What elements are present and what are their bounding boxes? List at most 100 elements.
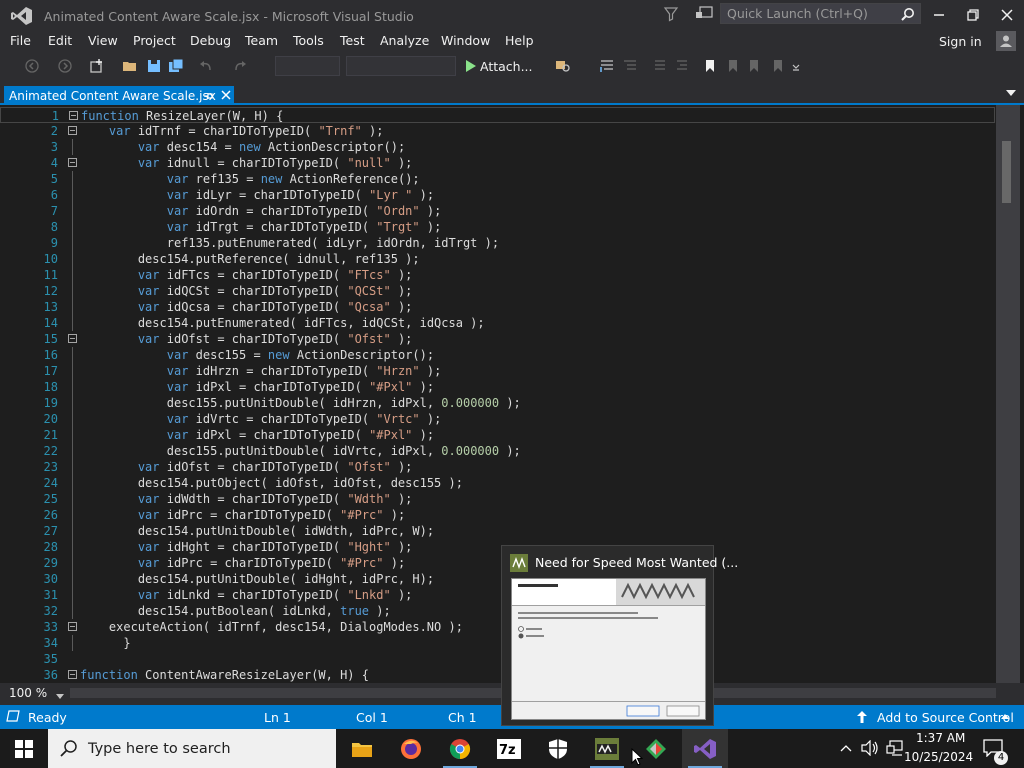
undo-icon[interactable] xyxy=(198,58,214,74)
account-icon[interactable] xyxy=(996,31,1016,51)
search-icon[interactable] xyxy=(900,6,916,22)
visual-studio-taskbar-icon[interactable] xyxy=(682,729,728,768)
collapse-region-icon[interactable] xyxy=(68,622,77,631)
collapse-region-icon[interactable] xyxy=(68,334,77,343)
tab-animated-content-aware-scale[interactable]: Animated Content Aware Scale.jsx xyxy=(4,86,234,105)
sign-in-link[interactable]: Sign in xyxy=(939,34,982,49)
code-line[interactable]: 19 desc155.putUnitDouble( idHrzn, idPxl, … xyxy=(0,395,995,411)
menu-file[interactable]: File xyxy=(10,33,31,48)
next-bookmark-icon[interactable] xyxy=(746,58,762,74)
code-line[interactable]: 27 desc154.putUnitDouble( idWdth, idPrc, … xyxy=(0,523,995,539)
code-line[interactable]: 23 var idOfst = charIDToTypeID( "Ofst" ); xyxy=(0,459,995,475)
code-line[interactable]: 16 var desc155 = new ActionDescriptor(); xyxy=(0,347,995,363)
code-line[interactable]: 28 var idHght = charIDToTypeID( "Hght" ); xyxy=(0,539,995,555)
code-line[interactable]: 13 var idQcsa = charIDToTypeID( "Qcsa" ); xyxy=(0,299,995,315)
network-icon[interactable] xyxy=(886,740,904,756)
menu-team[interactable]: Team xyxy=(245,33,278,48)
quick-launch-box[interactable] xyxy=(720,3,921,24)
code-line[interactable]: 21 var idPxl = charIDToTypeID( "#Pxl" ); xyxy=(0,427,995,443)
add-to-source-control-button[interactable]: Add to Source Control xyxy=(877,710,1014,725)
solution-platform-dropdown[interactable] xyxy=(346,56,456,76)
menu-project[interactable]: Project xyxy=(133,33,176,48)
code-line[interactable]: 36 function ContentAwareResizeLayer(W, H)… xyxy=(0,667,995,683)
menu-debug[interactable]: Debug xyxy=(190,33,231,48)
feedback-icon[interactable] xyxy=(694,5,714,23)
code-line[interactable]: 24 desc154.putObject( idOfst, idOfst, des… xyxy=(0,475,995,491)
code-line[interactable]: 10 desc154.putReference( idnull, ref135 )… xyxy=(0,251,995,267)
code-line[interactable]: 22 desc155.putUnitDouble( idVrtc, idPxl, … xyxy=(0,443,995,459)
code-line[interactable]: 20 var idVrtc = charIDToTypeID( "Vrtc" ); xyxy=(0,411,995,427)
menu-edit[interactable]: Edit xyxy=(48,33,72,48)
code-line[interactable]: 25 var idWdth = charIDToTypeID( "Wdth" ); xyxy=(0,491,995,507)
close-window-button[interactable] xyxy=(990,0,1024,30)
volume-icon[interactable] xyxy=(861,740,879,756)
code-line[interactable]: 3 var desc154 = new ActionDescriptor(); xyxy=(0,139,995,155)
code-line[interactable]: 29 var idPrc = charIDToTypeID( "#Prc" ); xyxy=(0,555,995,571)
close-tab-icon[interactable] xyxy=(219,88,233,102)
code-line[interactable]: 2 var idTrnf = charIDToTypeID( "Trnf" ); xyxy=(0,123,995,139)
step-out-icon[interactable] xyxy=(622,58,638,74)
toolbar-overflow-icon[interactable] xyxy=(788,58,804,74)
taskbar-thumbnail-preview[interactable]: Need for Speed Most Wanted (... xyxy=(501,545,738,726)
windows-security-taskbar-icon[interactable] xyxy=(535,729,581,768)
code-line[interactable]: 32 desc154.putBoolean( idLnkd, true ); xyxy=(0,603,995,619)
navigate-forward-icon[interactable] xyxy=(57,58,73,74)
code-line[interactable]: 5 var ref135 = new ActionReference(); xyxy=(0,171,995,187)
file-explorer-taskbar-icon[interactable] xyxy=(339,729,385,768)
restore-button[interactable] xyxy=(956,0,990,30)
menu-window[interactable]: Window xyxy=(441,33,490,48)
vertical-scrollbar-thumb[interactable] xyxy=(1002,141,1011,203)
code-line[interactable]: 34 } xyxy=(0,635,995,651)
installer-window-thumbnail[interactable] xyxy=(511,578,706,720)
tab-list-dropdown-icon[interactable] xyxy=(1005,88,1017,98)
notifications-filter-icon[interactable] xyxy=(662,5,680,23)
bookmark-icon[interactable] xyxy=(702,58,718,74)
nfs-most-wanted-taskbar-icon[interactable] xyxy=(584,729,630,768)
save-icon[interactable] xyxy=(146,58,162,74)
find-in-files-icon[interactable] xyxy=(555,58,571,74)
previous-bookmark-icon[interactable] xyxy=(725,58,741,74)
code-line[interactable]: 4 var idnull = charIDToTypeID( "null" ); xyxy=(0,155,995,171)
code-line[interactable]: 7 var idOrdn = charIDToTypeID( "Ordn" ); xyxy=(0,203,995,219)
code-line[interactable]: 8 var idTrgt = charIDToTypeID( "Trgt" ); xyxy=(0,219,995,235)
source-control-caret-icon[interactable] xyxy=(1001,711,1009,726)
code-line[interactable]: 31 var idLnkd = charIDToTypeID( "Lnkd" ); xyxy=(0,587,995,603)
collapse-region-icon[interactable] xyxy=(68,126,77,135)
step-into-icon[interactable] xyxy=(599,58,615,74)
vertical-scrollbar[interactable] xyxy=(996,105,1020,683)
code-line[interactable]: 9 ref135.putEnumerated( idLyr, idOrdn, id… xyxy=(0,235,995,251)
open-file-icon[interactable] xyxy=(122,58,138,74)
code-line[interactable]: 26 var idPrc = charIDToTypeID( "#Prc" ); xyxy=(0,507,995,523)
uncomment-lines-icon[interactable] xyxy=(674,58,690,74)
code-line[interactable]: 12 var idQCSt = charIDToTypeID( "QCSt" ); xyxy=(0,283,995,299)
pin-tab-icon[interactable] xyxy=(201,89,215,103)
taskbar-search-box[interactable]: Type here to search xyxy=(48,729,336,768)
zoom-level[interactable]: 100 % xyxy=(9,686,47,700)
code-line[interactable]: 30 desc154.putUnitDouble( idHght, idPrc, … xyxy=(0,571,995,587)
minimize-button[interactable] xyxy=(922,0,956,30)
clock-date[interactable]: 10/25/2024 xyxy=(904,750,973,764)
redo-icon[interactable] xyxy=(232,58,248,74)
menu-view[interactable]: View xyxy=(88,33,118,48)
menu-tools[interactable]: Tools xyxy=(293,33,324,48)
navigate-back-icon[interactable] xyxy=(24,58,40,74)
collapse-region-icon[interactable] xyxy=(68,670,77,679)
firefox-taskbar-icon[interactable] xyxy=(388,729,434,768)
zoom-dropdown-icon[interactable] xyxy=(56,689,64,703)
save-all-icon[interactable] xyxy=(168,58,184,74)
chrome-taskbar-icon[interactable] xyxy=(437,729,483,768)
menu-help[interactable]: Help xyxy=(505,33,534,48)
code-line[interactable]: 17 var idHrzn = charIDToTypeID( "Hrzn" ); xyxy=(0,363,995,379)
code-line[interactable]: 15 var idOfst = charIDToTypeID( "Ofst" ); xyxy=(0,331,995,347)
code-line[interactable]: 11 var idFTcs = charIDToTypeID( "FTcs" ); xyxy=(0,267,995,283)
code-line[interactable]: 33 executeAction( idTrnf, desc154, Dialog… xyxy=(0,619,995,635)
7zip-taskbar-icon[interactable]: 7z xyxy=(486,729,532,768)
code-line[interactable]: 1 function ResizeLayer(W, H) { xyxy=(0,107,995,123)
show-hidden-icons-icon[interactable] xyxy=(839,742,853,754)
quick-launch-input[interactable] xyxy=(725,5,899,22)
code-line[interactable]: 14 desc154.putEnumerated( idFTcs, idQCSt,… xyxy=(0,315,995,331)
clear-bookmarks-icon[interactable] xyxy=(770,58,786,74)
new-project-icon[interactable] xyxy=(88,58,104,74)
code-line[interactable]: 35 xyxy=(0,651,995,667)
attach-button[interactable]: Attach... xyxy=(464,56,533,76)
